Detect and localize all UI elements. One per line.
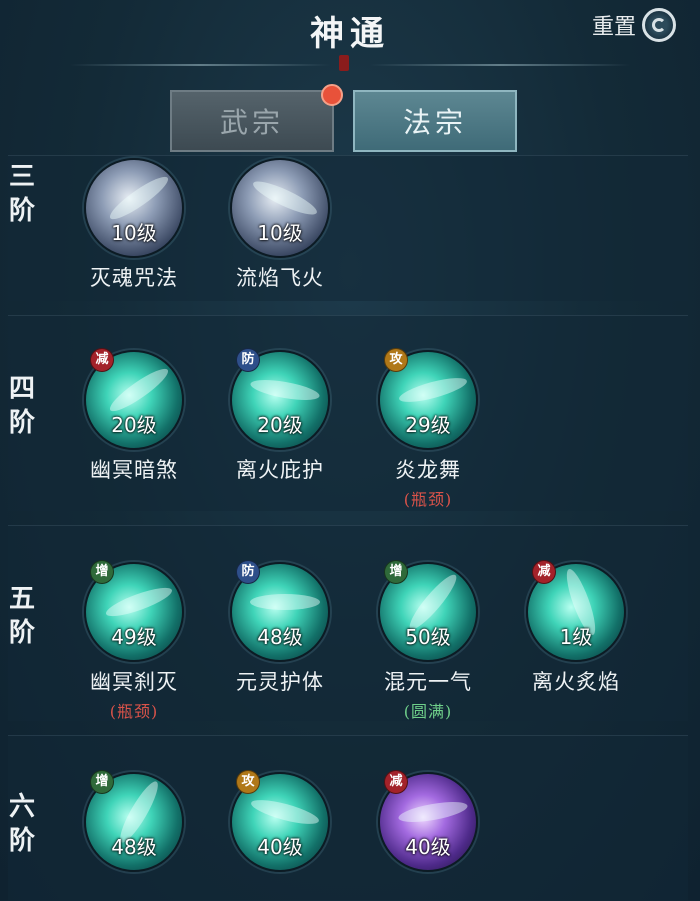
skill-name: 元灵护体 (236, 670, 324, 694)
skill-card[interactable]: 减 1级 离火炙焰 (516, 560, 636, 696)
skill-card[interactable]: 增 50级 混元一气 (圆满) (368, 560, 488, 722)
skill-level: 10级 (111, 221, 157, 245)
attack-badge: 攻 (384, 348, 408, 372)
reset-button[interactable]: 重置 (592, 8, 676, 42)
skill-level: 10级 (257, 221, 303, 245)
skill-icon: 10级 (230, 158, 330, 258)
skill-name: 幽冥刹灭 (90, 670, 178, 694)
skill-card[interactable]: 攻 29级 炎龙舞 (瓶颈) (368, 348, 488, 510)
tier-label: 六阶 (8, 792, 35, 856)
defense-badge: 防 (236, 560, 260, 584)
reduce-badge: 减 (532, 560, 556, 584)
skill-level: 1级 (559, 625, 593, 649)
skill-icon: 10级 (84, 158, 184, 258)
skill-card[interactable]: 增 49级 幽冥刹灭 (瓶颈) (74, 560, 194, 722)
skill-name: 混元一气 (384, 670, 472, 694)
skill-level: 40级 (405, 835, 451, 859)
skill-name: 幽冥暗煞 (90, 458, 178, 482)
tier-label: 四阶 (8, 374, 35, 438)
tab-wuzong[interactable]: 武宗 (170, 90, 334, 152)
tier-label: 三阶 (8, 162, 35, 226)
refresh-icon (642, 8, 676, 42)
skill-name: 灭魂咒法 (90, 266, 178, 290)
title-divider-left (70, 64, 330, 66)
skill-name: 流焰飞火 (236, 266, 324, 290)
skill-level: 48级 (111, 835, 157, 859)
reduce-badge: 减 (384, 770, 408, 794)
skill-card[interactable]: 防 20级 离火庇护 (220, 348, 340, 484)
skill-level: 50级 (405, 625, 451, 649)
skill-level: 48级 (257, 625, 303, 649)
reset-label: 重置 (591, 15, 636, 40)
skill-card[interactable]: 10级 灭魂咒法 (74, 158, 194, 292)
skill-card[interactable]: 攻 40级 (220, 770, 340, 872)
skill-card[interactable]: 减 40级 (368, 770, 488, 872)
skill-card[interactable]: 减 20级 幽冥暗煞 (74, 348, 194, 484)
skill-name: 离火庇护 (236, 458, 324, 482)
notification-dot (321, 84, 343, 106)
boost-badge: 增 (384, 560, 408, 584)
skill-level: 49级 (111, 625, 157, 649)
skill-status-note: (圆满) (403, 702, 453, 721)
skill-status-note: (瓶颈) (403, 490, 453, 509)
skill-status-note: (瓶颈) (109, 702, 159, 721)
skill-name: 炎龙舞 (395, 458, 461, 482)
skill-card[interactable]: 增 48级 (74, 770, 194, 872)
seal-ornament (339, 55, 349, 71)
title-divider-right (370, 64, 630, 66)
skill-level: 20级 (257, 413, 303, 437)
skill-card[interactable]: 10级 流焰飞火 (220, 158, 340, 292)
tab-fazong[interactable]: 法宗 (353, 90, 517, 152)
boost-badge: 增 (90, 770, 114, 794)
tier-label: 五阶 (8, 584, 35, 648)
skill-level: 20级 (111, 413, 157, 437)
reduce-badge: 减 (90, 348, 114, 372)
defense-badge: 防 (236, 348, 260, 372)
skill-name: 离火炙焰 (532, 670, 620, 694)
attack-badge: 攻 (236, 770, 260, 794)
skill-level: 29级 (405, 413, 451, 437)
skill-level: 40级 (257, 835, 303, 859)
boost-badge: 增 (90, 560, 114, 584)
skill-card[interactable]: 防 48级 元灵护体 (220, 560, 340, 696)
